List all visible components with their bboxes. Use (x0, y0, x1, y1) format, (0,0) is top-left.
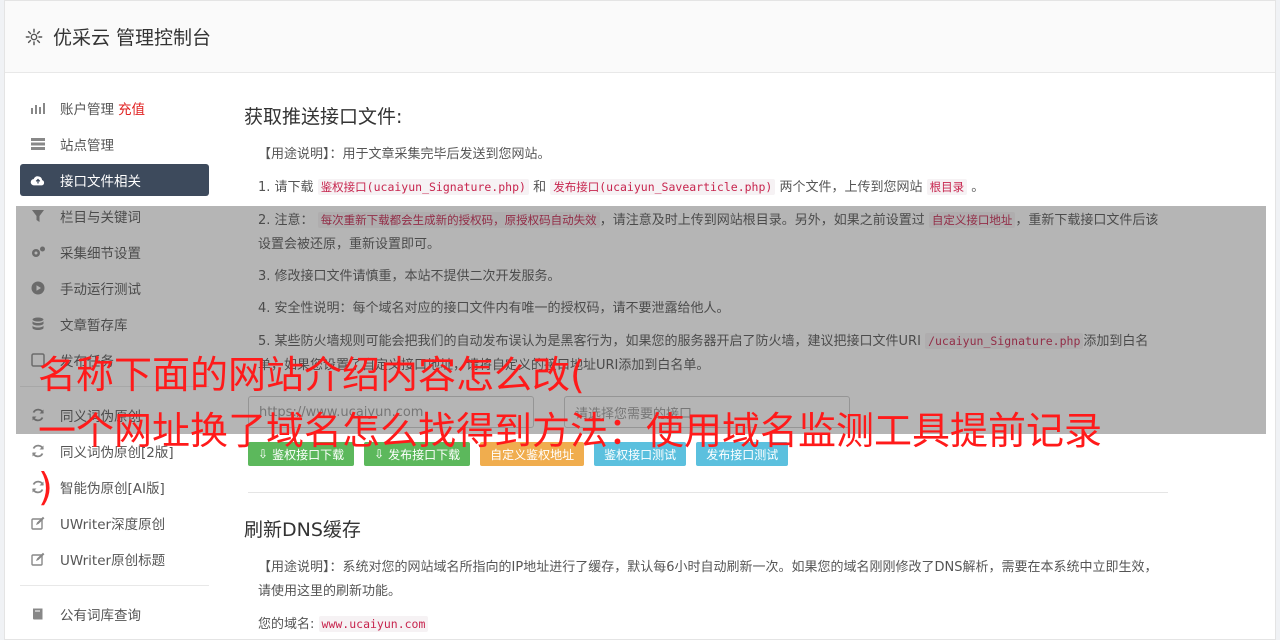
usage-text: ：系统对您的网站域名所指向的IP地址进行了缓存，默认每6小时自动刷新一次。如果您… (258, 560, 1158, 599)
step-1-text: 1. 请下载 (258, 180, 314, 195)
section-title-interface: 获取推送接口文件: (244, 106, 403, 128)
step-1-and: 和 (533, 180, 547, 195)
sidebar-item-public-lexicon[interactable]: 公有词库查询 (20, 598, 209, 630)
sidebar-item-label: 站点管理 (60, 138, 114, 154)
step-1-end: 。 (971, 180, 985, 195)
overlay-title-line-1: 名称下面的网站介绍内容怎么改( (38, 353, 585, 397)
domain-label: 您的域名: (258, 617, 315, 632)
ad-overlay (16, 206, 1266, 434)
sidebar-item-interface-files[interactable]: 接口文件相关 (20, 164, 209, 196)
section-divider (248, 492, 1168, 493)
domain-line: 您的域名: www.ucaiyun.com (258, 612, 1164, 637)
usage-text: ：用于文章采集完毕后发送到您网站。 (329, 147, 551, 162)
bar-chart-icon (30, 100, 46, 116)
cloud-upload-icon (30, 172, 46, 188)
app-title: 优采云 管理控制台 (53, 27, 212, 49)
book-icon (30, 606, 46, 622)
domain-value: www.ucaiyun.com (318, 616, 429, 632)
sidebar-item-label: 智能伪原创[AI版] (60, 481, 165, 497)
section-title-dns: 刷新DNS缓存 (244, 519, 361, 541)
step-1-text-2: 两个文件，上传到您网站 (779, 180, 923, 195)
usage-label: 【用途说明】 (258, 147, 330, 162)
edit-icon (30, 515, 46, 531)
sidebar-item-label: 接口文件相关 (60, 174, 141, 190)
signature-file-code: 鉴权接口(ucaiyun_Signature.php) (317, 179, 529, 195)
sidebar-item-label: UWriter深度原创 (60, 517, 166, 533)
sidebar-item-label: 公有词库查询 (60, 608, 141, 624)
sidebar-item-uwriter-deep[interactable]: UWriter深度原创 (20, 507, 209, 539)
server-icon (30, 136, 46, 152)
sidebar-item-uwriter-title[interactable]: UWriter原创标题 (20, 543, 209, 575)
overlay-title-line-3: ) (38, 465, 53, 509)
edit-icon (30, 551, 46, 567)
sidebar-item-label: 账户管理 (60, 102, 114, 118)
recharge-link[interactable]: 充值 (118, 98, 145, 118)
sidebar-item-account[interactable]: 账户管理 充值 (20, 92, 209, 124)
overlay-title-line-2: 一个网址换了域名怎么找得到方法：使用域名监测工具提前记录 (38, 409, 1103, 453)
usage-label: 【用途说明】 (258, 560, 330, 575)
root-dir-code: 根目录 (926, 179, 968, 195)
step-1: 1. 请下载 鉴权接口(ucaiyun_Signature.php) 和 发布接… (258, 175, 1164, 200)
savearticle-file-code: 发布接口(ucaiyun_Savearticle.php) (550, 179, 776, 195)
sidebar-item-label: UWriter原创标题 (60, 553, 166, 569)
sidebar-item-sites[interactable]: 站点管理 (20, 128, 209, 160)
usage-note: 【用途说明】：用于文章采集完毕后发送到您网站。 (258, 143, 1164, 167)
header-bar: 优采云 管理控制台 (5, 1, 1275, 73)
dns-usage-note: 【用途说明】：系统对您的网站域名所指向的IP地址进行了缓存，默认每6小时自动刷新… (258, 556, 1164, 604)
gear-icon (25, 28, 43, 45)
nav-divider (20, 585, 209, 586)
